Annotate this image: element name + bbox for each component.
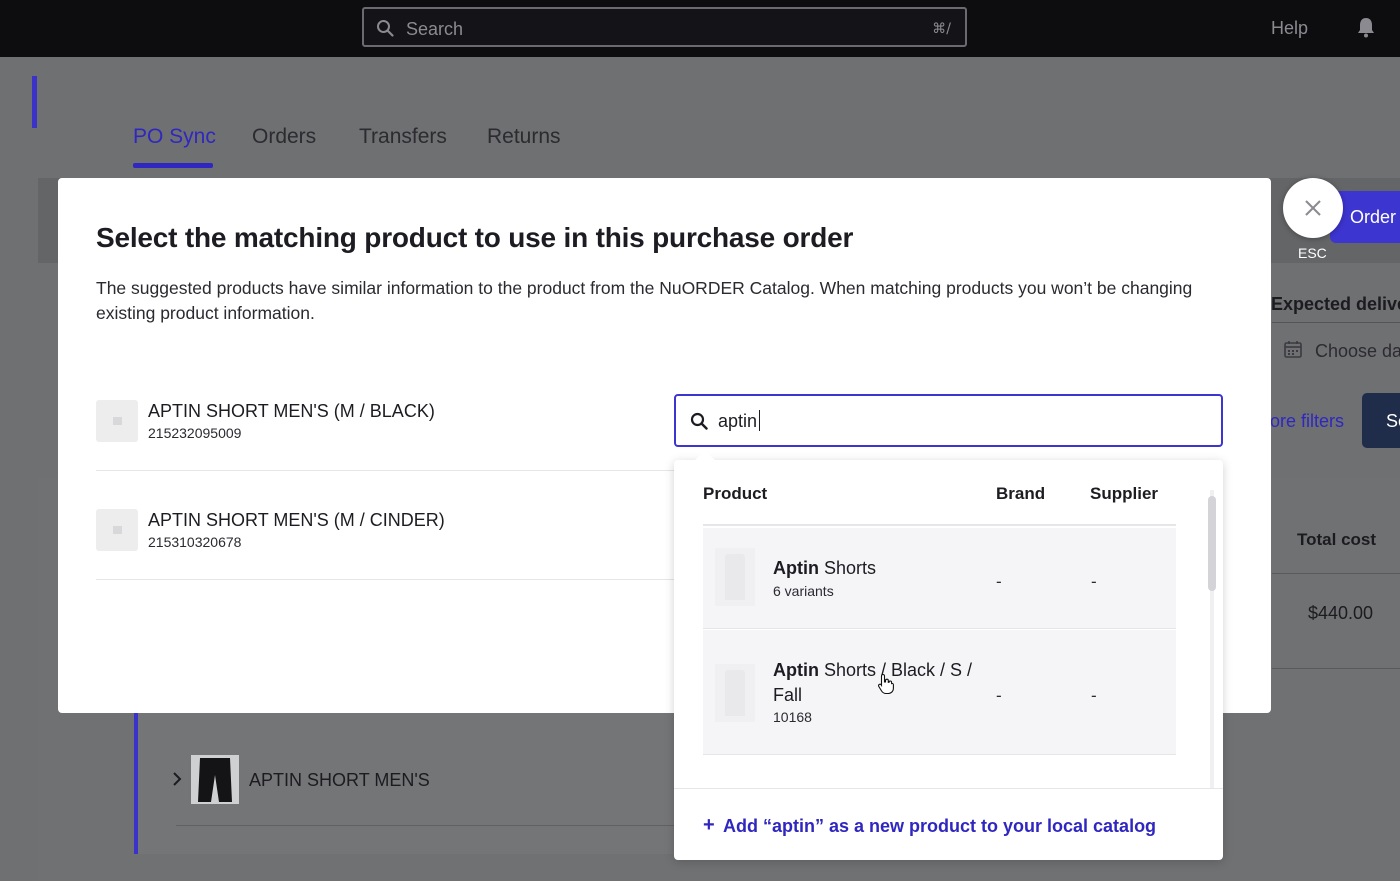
result-thumbnail	[715, 664, 755, 722]
total-cost-value: $440.00	[1308, 603, 1374, 623]
plus-icon: +	[703, 814, 715, 836]
product-search-input[interactable]	[718, 407, 1198, 435]
add-new-product-link[interactable]: + Add “aptin” as a new product to your l…	[674, 788, 1223, 860]
page-accent-bar	[32, 76, 37, 128]
scrollbar-thumb[interactable]	[1208, 496, 1216, 591]
result-supplier: -	[1091, 572, 1097, 591]
unmatched-product-name: APTIN SHORT MEN'S (M / CINDER)	[148, 510, 445, 530]
total-cost-header: Total cost	[1297, 530, 1377, 549]
text-caret	[759, 410, 760, 431]
add-new-product-label: Add “aptin” as a new product to your loc…	[723, 816, 1157, 836]
expected-delivery-label: Expected delive	[1271, 294, 1400, 314]
tab-returns[interactable]: Returns	[487, 125, 561, 149]
bell-icon[interactable]	[1356, 16, 1376, 43]
unmatched-product-row: APTIN SHORT MEN'S (M / BLACK) 2152320950…	[96, 393, 674, 503]
search-icon	[690, 412, 708, 435]
tab-transfers[interactable]: Transfers	[359, 125, 447, 149]
product-thumbnail-placeholder	[96, 400, 138, 442]
help-link[interactable]: Help	[1271, 18, 1308, 39]
choose-date-placeholder: Choose da	[1315, 341, 1400, 361]
hand-cursor-icon	[877, 673, 895, 700]
background-search-button[interactable]: Se	[1362, 393, 1400, 448]
column-header-brand: Brand	[996, 484, 1046, 503]
esc-hint: ESC	[1298, 245, 1327, 261]
column-header-product: Product	[703, 484, 768, 503]
result-variant-count: 6 variants	[773, 583, 834, 599]
product-thumbnail-placeholder	[96, 509, 138, 551]
result-supplier: -	[1091, 686, 1097, 705]
global-search-box[interactable]: Search ⌘/	[362, 7, 967, 47]
search-shortcut-hint: ⌘/	[932, 21, 951, 37]
results-scrollbar[interactable]	[1205, 490, 1219, 788]
result-name-rest: Shorts	[818, 558, 877, 578]
more-filters-link[interactable]: ore filters	[1270, 411, 1344, 432]
top-bar: Search ⌘/ Help	[0, 0, 1400, 57]
tab-orders[interactable]: Orders	[252, 125, 316, 149]
choose-date-field[interactable]: Choose da	[1272, 322, 1400, 374]
result-product-name: Aptin Shorts	[773, 556, 876, 581]
row-divider	[96, 579, 674, 580]
close-modal-button[interactable]	[1283, 178, 1343, 238]
result-brand: -	[996, 686, 1002, 705]
unmatched-product-name: APTIN SHORT MEN'S (M / BLACK)	[148, 401, 435, 421]
modal-description: The suggested products have similar info…	[96, 278, 1193, 323]
result-row-aptin-shorts[interactable]: Aptin Shorts 6 variants - -	[703, 528, 1176, 629]
results-table-header: Product Brand Supplier	[703, 484, 1176, 526]
search-results-dropdown: Product Brand Supplier Aptin Shorts 6 va…	[674, 450, 1223, 860]
column-header-supplier: Supplier	[1090, 484, 1159, 503]
tab-po-sync[interactable]: PO Sync	[133, 125, 216, 149]
background-divider	[176, 825, 676, 826]
unmatched-product-row: APTIN SHORT MEN'S (M / CINDER) 215310320…	[96, 503, 674, 613]
chevron-right-icon[interactable]	[172, 771, 182, 792]
background-divider	[1272, 668, 1400, 669]
result-sku: 10168	[773, 709, 812, 725]
product-thumbnail	[191, 755, 239, 804]
result-name-match: Aptin	[773, 660, 819, 680]
close-icon	[1305, 200, 1321, 216]
active-tab-indicator	[133, 163, 213, 168]
result-name-match: Aptin	[773, 558, 819, 578]
result-thumbnail	[715, 548, 755, 606]
result-brand: -	[996, 572, 1002, 591]
modal-title: Select the matching product to use in th…	[96, 222, 854, 253]
row-divider	[96, 470, 674, 471]
calendar-icon	[1284, 340, 1302, 363]
result-row-aptin-shorts-black-s-fall[interactable]: Aptin Shorts / Black / S / Fall 10168 - …	[703, 630, 1176, 755]
unmatched-product-sku: 215310320678	[148, 534, 242, 550]
unmatched-product-sku: 215232095009	[148, 425, 242, 441]
background-product-name: APTIN SHORT MEN'S	[249, 770, 430, 790]
global-search-placeholder: Search	[406, 19, 464, 39]
search-icon	[376, 19, 394, 42]
background-divider	[1272, 573, 1400, 574]
product-search-field[interactable]	[674, 394, 1223, 447]
